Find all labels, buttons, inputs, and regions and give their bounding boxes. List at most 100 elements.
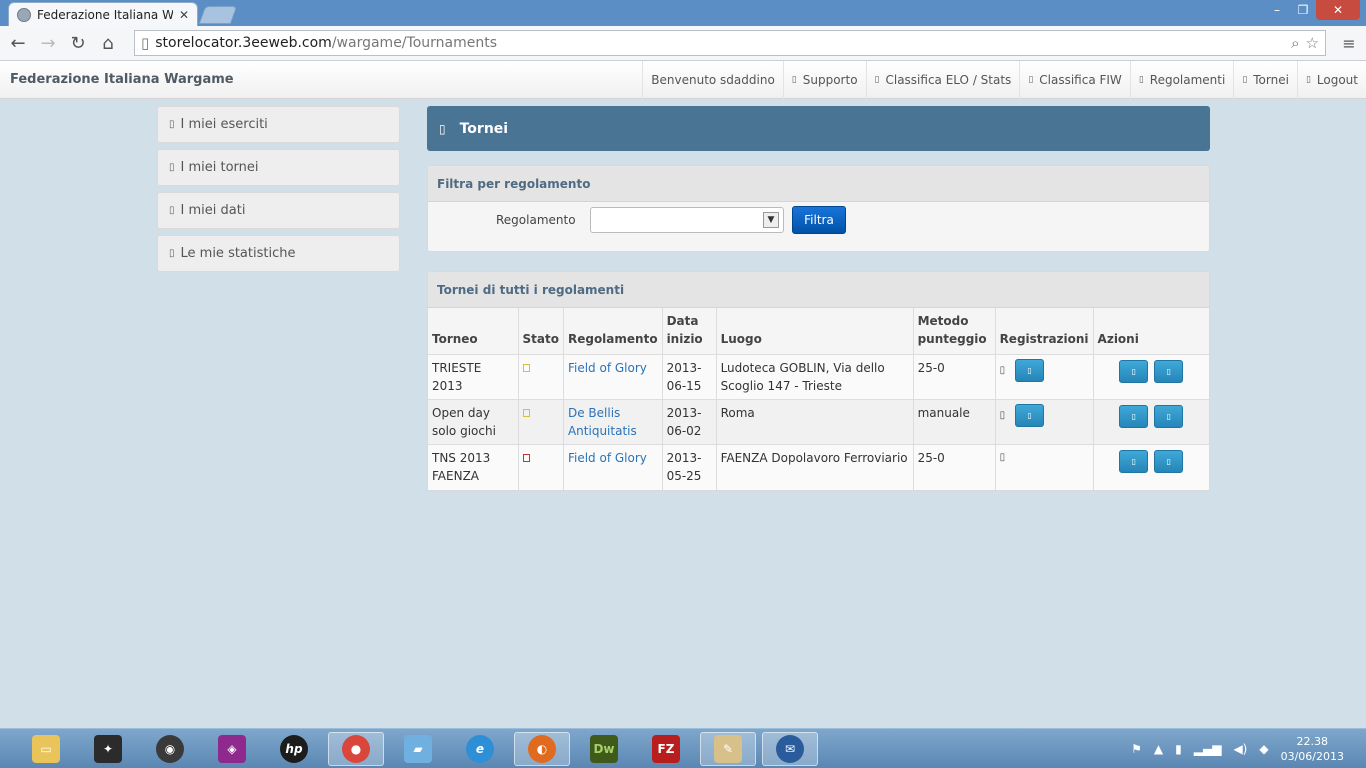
window-close-icon[interactable]: ✕ bbox=[1316, 0, 1360, 20]
taskbar-paint[interactable]: ✎ bbox=[700, 732, 756, 766]
regolamento-label: Regolamento bbox=[496, 213, 576, 227]
sidebar-item-label: I miei dati bbox=[180, 203, 246, 218]
url-path: /wargame/Tournaments bbox=[331, 35, 497, 51]
internet-explorer-icon: e bbox=[466, 735, 494, 763]
view-button[interactable]: ▯ bbox=[1119, 405, 1149, 428]
main-content: ▯ Tornei Filtra per regolamento Regolame… bbox=[427, 106, 1210, 491]
nav-tornei-label: Tornei bbox=[1253, 73, 1289, 87]
browser-toolbar: ← → ↻ ⌂ ▯ storelocator.3eeweb.com/wargam… bbox=[0, 26, 1366, 61]
menu-icon[interactable]: ≡ bbox=[1338, 34, 1360, 53]
network-signal-icon[interactable]: ▂▄▆ bbox=[1194, 742, 1222, 756]
dropbox-icon[interactable]: ◆ bbox=[1259, 742, 1268, 756]
taskbar-filezilla[interactable]: FZ bbox=[638, 732, 694, 766]
cell-azioni: ▯ ▯ bbox=[1093, 354, 1209, 400]
nav-supporto[interactable]: ▯ Supporto bbox=[782, 61, 866, 99]
home-icon[interactable]: ⌂ bbox=[96, 31, 120, 55]
window-controls: – ❐ ✕ bbox=[1264, 0, 1360, 20]
register-button[interactable]: ▯ bbox=[1015, 359, 1045, 382]
regolamento-link[interactable]: Field of Glory bbox=[568, 451, 647, 465]
register-button[interactable]: ▯ bbox=[1015, 404, 1045, 427]
regolamento-link[interactable]: Field of Glory bbox=[568, 361, 647, 375]
stats-icon: ▯ bbox=[874, 75, 880, 85]
sidebar-item-dati[interactable]: ▯ I miei dati bbox=[157, 192, 400, 229]
address-bar[interactable]: ▯ storelocator.3eeweb.com/wargame/Tourna… bbox=[134, 30, 1326, 56]
taskbar-explorer[interactable]: ▭ bbox=[18, 732, 74, 766]
bookmark-star-icon[interactable]: ☆ bbox=[1306, 34, 1319, 52]
taskbar-notes[interactable]: ▰ bbox=[390, 732, 446, 766]
minimize-icon[interactable]: – bbox=[1264, 0, 1290, 20]
notepad-icon: ▰ bbox=[404, 735, 432, 763]
tournaments-heading: Tornei di tutti i regolamenti bbox=[428, 272, 1209, 308]
chevron-up-icon[interactable]: ▲ bbox=[1154, 742, 1163, 756]
taskbar-ie[interactable]: e bbox=[452, 732, 508, 766]
taskbar-dreamweaver[interactable]: Dw bbox=[576, 732, 632, 766]
sidebar: ▯ I miei eserciti ▯ I miei tornei ▯ I miei … bbox=[157, 106, 400, 278]
nav-supporto-label: Supporto bbox=[802, 73, 858, 87]
cell-regolamento: Field of Glory bbox=[563, 354, 663, 400]
navbar-links: Benvenuto sdaddino ▯ Supporto ▯ Classifica… bbox=[642, 61, 1366, 99]
statistics-icon: ▯ bbox=[169, 248, 175, 259]
close-tab-icon[interactable]: ✕ bbox=[179, 8, 189, 22]
regolamento-select[interactable]: ▼ bbox=[590, 207, 784, 233]
filtra-button[interactable]: Filtra bbox=[792, 206, 846, 234]
taskbar-firefox[interactable]: ◐ bbox=[514, 732, 570, 766]
table-row: TNS 2013 FAENZA Field of Glory 2013-05-2… bbox=[428, 444, 1209, 490]
sidebar-item-statistiche[interactable]: ▯ Le mie statistiche bbox=[157, 235, 400, 272]
nav-welcome[interactable]: Benvenuto sdaddino bbox=[642, 61, 783, 99]
taskbar-app-puzzle[interactable]: ✦ bbox=[80, 732, 136, 766]
taskbar-connect[interactable]: ◈ bbox=[204, 732, 260, 766]
status-closed-icon bbox=[522, 454, 530, 462]
system-clock[interactable]: 22.38 03/06/2013 bbox=[1281, 734, 1344, 764]
clock-date: 03/06/2013 bbox=[1280, 750, 1344, 763]
restore-icon[interactable]: ❐ bbox=[1290, 0, 1316, 20]
search-icon[interactable]: ⌕ bbox=[1291, 34, 1299, 52]
cell-azioni: ▯ ▯ bbox=[1093, 399, 1209, 445]
regolamento-link[interactable]: De Bellis Antiquitatis bbox=[568, 406, 637, 438]
sidebar-item-eserciti[interactable]: ▯ I miei eserciti bbox=[157, 106, 400, 143]
tournaments-table: Torneo Stato Regolamento Data inizio Luo… bbox=[428, 308, 1209, 490]
new-tab-button[interactable] bbox=[198, 6, 238, 24]
registration-status-icon: ▯ bbox=[999, 452, 1006, 463]
wireless-display-icon: ◈ bbox=[218, 735, 246, 763]
taskbar-media[interactable]: ◉ bbox=[142, 732, 198, 766]
view-button[interactable]: ▯ bbox=[1119, 360, 1149, 383]
site-brand[interactable]: Federazione Italiana Wargame bbox=[10, 72, 234, 87]
alert-flag-icon[interactable]: ⚑ bbox=[1131, 742, 1142, 756]
details-button[interactable]: ▯ bbox=[1154, 405, 1184, 428]
battery-icon[interactable]: ▮ bbox=[1175, 742, 1182, 756]
taskbar: ▭ ✦ ◉ ◈ hp ● ▰ e ◐ Dw FZ ✎ ✉ ⚑ ▲ ▮ ▂▄▆ ◀… bbox=[0, 728, 1366, 768]
filter-heading: Filtra per regolamento bbox=[428, 166, 1209, 202]
thunderbird-icon: ✉ bbox=[776, 735, 804, 763]
nav-logout[interactable]: ▯ Logout bbox=[1296, 61, 1366, 99]
cell-data: 2013-06-15 bbox=[662, 354, 717, 400]
back-icon[interactable]: ← bbox=[6, 31, 30, 55]
support-icon: ▯ bbox=[791, 75, 797, 85]
browser-tab[interactable]: Federazione Italiana Warga ✕ bbox=[8, 2, 198, 26]
volume-icon[interactable]: ◀) bbox=[1233, 742, 1247, 756]
sidebar-item-tornei[interactable]: ▯ I miei tornei bbox=[157, 149, 400, 186]
nav-tornei[interactable]: ▯ Tornei bbox=[1233, 61, 1297, 99]
view-button[interactable]: ▯ bbox=[1119, 450, 1149, 473]
details-button[interactable]: ▯ bbox=[1154, 360, 1184, 383]
col-header-azioni: Azioni bbox=[1097, 332, 1139, 346]
col-header-registrazioni: Registrazioni bbox=[995, 308, 1094, 355]
taskbar-thunderbird[interactable]: ✉ bbox=[762, 732, 818, 766]
taskbar-chrome[interactable]: ● bbox=[328, 732, 384, 766]
table-row: TRIESTE 2013 Field of Glory 2013-06-15 L… bbox=[428, 354, 1209, 400]
cell-registrazioni: ▯ bbox=[995, 444, 1094, 490]
col-header-luogo: Luogo bbox=[716, 308, 914, 355]
nav-classifica-elo[interactable]: ▯ Classifica ELO / Stats bbox=[865, 61, 1020, 99]
trophy-icon: ▯ bbox=[439, 121, 446, 136]
media-player-icon: ◉ bbox=[156, 735, 184, 763]
user-data-icon: ▯ bbox=[169, 205, 175, 216]
details-button[interactable]: ▯ bbox=[1154, 450, 1184, 473]
nav-regolamenti[interactable]: ▯ Regolamenti bbox=[1129, 61, 1234, 99]
reload-icon[interactable]: ↻ bbox=[66, 31, 90, 55]
nav-classifica-fiw[interactable]: ▯ Classifica FIW bbox=[1019, 61, 1130, 99]
taskbar-hp[interactable]: hp bbox=[266, 732, 322, 766]
nav-classifica-fiw-label: Classifica FIW bbox=[1039, 73, 1122, 87]
cell-torneo: Open day solo giochi bbox=[428, 399, 519, 445]
dreamweaver-icon: Dw bbox=[590, 735, 618, 763]
cell-stato bbox=[518, 399, 564, 445]
forward-icon[interactable]: → bbox=[36, 31, 60, 55]
